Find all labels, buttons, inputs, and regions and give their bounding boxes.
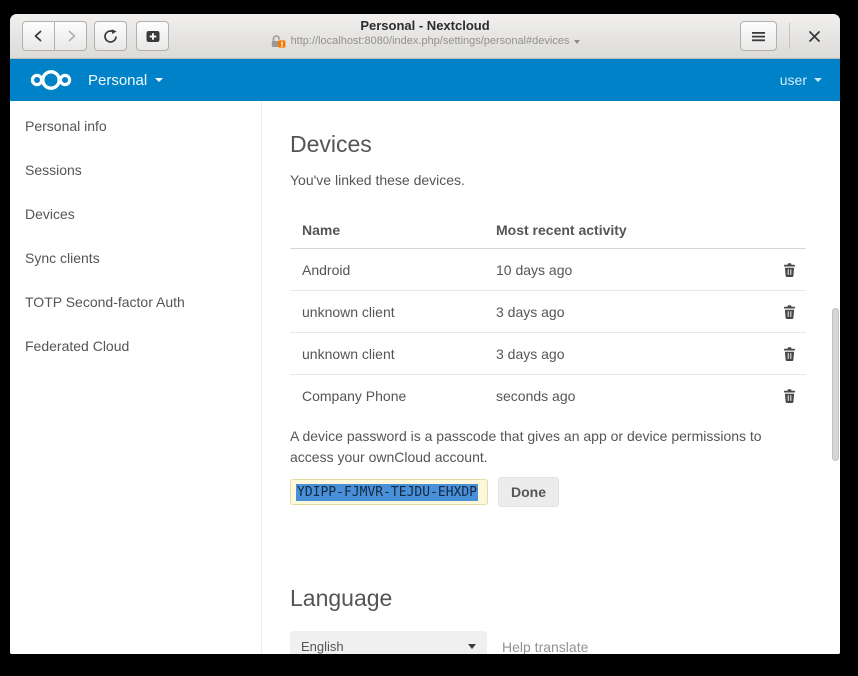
- sidebar-item-devices[interactable]: Devices: [10, 192, 261, 236]
- sidebar-item-label: Personal info: [25, 118, 107, 134]
- column-header-name: Name: [290, 222, 496, 238]
- devices-table: Name Most recent activity Android 10 day…: [290, 212, 806, 416]
- new-tab-icon: [145, 29, 161, 44]
- hamburger-icon: [751, 30, 766, 43]
- settings-page: Personal info Sessions Devices Sync clie…: [10, 101, 840, 654]
- titlebar-right: [740, 21, 826, 51]
- close-icon: [808, 30, 821, 43]
- device-password-input[interactable]: YDIPP-FJMVR-TEJDU-EHXDP: [290, 479, 488, 505]
- device-activity: 10 days ago: [496, 262, 772, 278]
- sidebar-item-sessions[interactable]: Sessions: [10, 148, 261, 192]
- delete-device-button[interactable]: [780, 260, 799, 280]
- sidebar-item-personal-info[interactable]: Personal info: [10, 104, 261, 148]
- titlebar-center: Personal - Nextcloud http://localhost:80…: [10, 17, 840, 54]
- lock-warning-icon: [270, 34, 286, 49]
- settings-sidebar: Personal info Sessions Devices Sync clie…: [10, 101, 262, 654]
- devices-description: You've linked these devices.: [290, 172, 810, 188]
- sidebar-item-sync-clients[interactable]: Sync clients: [10, 236, 261, 280]
- delete-device-button[interactable]: [780, 302, 799, 322]
- language-title: Language: [290, 585, 810, 612]
- done-button[interactable]: Done: [498, 477, 559, 507]
- delete-device-button[interactable]: [780, 344, 799, 364]
- select-caret-icon: [468, 644, 476, 649]
- language-row: English Help translate: [290, 631, 810, 654]
- reload-icon: [102, 28, 119, 45]
- app-menu[interactable]: Personal: [28, 67, 163, 93]
- column-header-activity: Most recent activity: [496, 222, 772, 238]
- nextcloud-header: Personal user: [10, 59, 840, 101]
- close-button[interactable]: [802, 24, 826, 48]
- reload-button[interactable]: [94, 21, 127, 51]
- device-name: unknown client: [290, 346, 496, 362]
- devices-title: Devices: [290, 131, 810, 158]
- back-button[interactable]: [22, 21, 55, 51]
- sidebar-item-label: Sessions: [25, 162, 82, 178]
- forward-button[interactable]: [54, 21, 87, 51]
- sidebar-item-label: Federated Cloud: [25, 338, 129, 354]
- app-menu-caret-icon: [155, 78, 163, 82]
- titlebar-separator: [789, 23, 790, 49]
- delete-device-button[interactable]: [780, 386, 799, 406]
- menu-button[interactable]: [740, 21, 777, 51]
- app-menu-label: Personal: [88, 72, 147, 89]
- language-selected-value: English: [301, 639, 344, 654]
- new-tab-button[interactable]: [136, 21, 169, 51]
- trash-icon: [782, 262, 797, 278]
- trash-icon: [782, 304, 797, 320]
- device-row: Android 10 days ago: [290, 249, 806, 290]
- device-name: unknown client: [290, 304, 496, 320]
- device-activity: 3 days ago: [496, 304, 772, 320]
- device-name: Company Phone: [290, 388, 496, 404]
- devices-section: Devices You've linked these devices. Nam…: [262, 101, 840, 654]
- trash-icon: [782, 346, 797, 362]
- language-select[interactable]: English: [290, 631, 487, 654]
- sidebar-item-totp[interactable]: TOTP Second-factor Auth: [10, 280, 261, 324]
- device-row: Company Phone seconds ago: [290, 374, 806, 416]
- help-translate-link[interactable]: Help translate: [502, 639, 588, 655]
- scrollbar-thumb[interactable]: [832, 308, 839, 461]
- device-activity: seconds ago: [496, 388, 772, 404]
- device-activity: 3 days ago: [496, 346, 772, 362]
- page-title: Personal - Nextcloud: [10, 17, 840, 34]
- nextcloud-logo: [28, 67, 74, 93]
- browser-titlebar: Personal - Nextcloud http://localhost:80…: [10, 14, 840, 59]
- device-name: Android: [290, 262, 496, 278]
- device-password-row: YDIPP-FJMVR-TEJDU-EHXDP Done: [290, 477, 810, 507]
- url-bar[interactable]: http://localhost:8080/index.php/settings…: [270, 34, 581, 49]
- trash-icon: [782, 388, 797, 404]
- url-dropdown-caret-icon: [574, 40, 580, 44]
- sidebar-item-label: Sync clients: [25, 250, 100, 266]
- user-menu-caret-icon: [814, 78, 822, 82]
- user-menu-label: user: [780, 72, 807, 88]
- url-text: http://localhost:8080/index.php/settings…: [291, 34, 570, 49]
- sidebar-item-label: Devices: [25, 206, 75, 222]
- user-menu[interactable]: user: [780, 72, 822, 88]
- device-row: unknown client 3 days ago: [290, 332, 806, 374]
- nav-button-group: [22, 21, 87, 51]
- back-icon: [31, 28, 47, 44]
- forward-icon: [63, 28, 79, 44]
- sidebar-item-federated-cloud[interactable]: Federated Cloud: [10, 324, 261, 368]
- device-row: unknown client 3 days ago: [290, 290, 806, 332]
- device-password-value: YDIPP-FJMVR-TEJDU-EHXDP: [296, 484, 478, 501]
- browser-window: Personal - Nextcloud http://localhost:80…: [10, 14, 840, 654]
- sidebar-item-label: TOTP Second-factor Auth: [25, 294, 185, 310]
- devices-table-header: Name Most recent activity: [290, 212, 806, 249]
- device-password-note: A device password is a passcode that giv…: [290, 426, 790, 468]
